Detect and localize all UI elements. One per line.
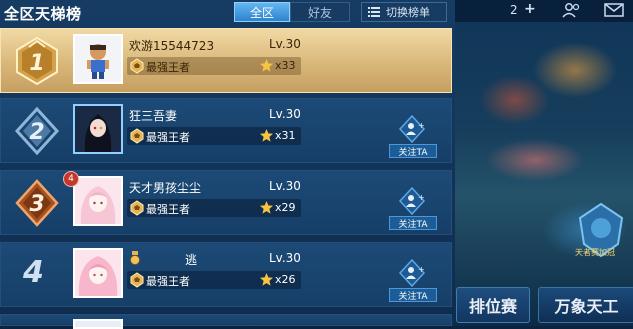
follow-button[interactable]: + 关注TA	[389, 115, 437, 159]
friend-count: 2	[510, 3, 518, 17]
anime-girl-avatar	[75, 250, 121, 296]
player-name: 天才男孩尘尘	[129, 181, 202, 195]
tier-label: 最强王者	[146, 275, 190, 288]
anime-character-avatar	[75, 106, 121, 152]
svg-text:2: 2	[29, 120, 44, 145]
ranked-mode-label: 排位赛	[468, 297, 517, 316]
leaderboard-row[interactable]: 4 逃 Lv.30 最强王者 x26 + 关注TA	[0, 242, 452, 307]
svg-text:1: 1	[29, 51, 44, 76]
rank-3-bronze-badge-icon: 3	[15, 179, 59, 227]
avatar[interactable]	[73, 104, 123, 154]
tab-all-region[interactable]: 全区	[234, 2, 290, 22]
player-level: Lv.30	[269, 251, 301, 265]
king-tier-icon	[130, 58, 144, 74]
svg-text:3: 3	[29, 192, 44, 217]
switch-leaderboard-label: 切换榜单	[386, 6, 430, 19]
list-icon	[368, 7, 380, 17]
leaderboard-row[interactable]: 3 4 天才男孩尘尘 Lv.30 最强王者 x29 + 关注TA	[0, 170, 452, 235]
leaderboard-row[interactable]: 2 狂三吾妻 Lv.30 最强王者 x31 + 关注TA	[0, 98, 452, 163]
star-icon	[260, 59, 273, 72]
rank-1-gold-badge-icon: 1	[16, 36, 58, 86]
star-count: x26	[275, 273, 296, 286]
follow-label: 关注TA	[389, 144, 437, 158]
king-tier-icon	[130, 272, 144, 288]
follow-user-icon: +	[398, 259, 426, 287]
follow-user-icon: +	[398, 115, 426, 143]
tier-bar: 最强王者 x29	[127, 199, 301, 217]
avatar[interactable]	[73, 319, 123, 329]
player-name: 逃	[185, 253, 198, 267]
event-label: 天者赛加冠	[575, 248, 615, 257]
switch-leaderboard-button[interactable]: 切换榜单	[361, 2, 447, 22]
star-icon	[260, 201, 273, 214]
tab-friends[interactable]: 好友	[290, 2, 350, 22]
tier-label: 最强王者	[146, 131, 190, 144]
king-tier-icon	[130, 200, 144, 216]
anime-girl-avatar	[75, 178, 121, 224]
medal-icon	[130, 251, 140, 265]
star-icon	[260, 273, 273, 286]
leaderboard-title: 全区天梯榜	[4, 5, 82, 23]
tier-label: 最强王者	[146, 61, 190, 74]
tier-label: 最强王者	[146, 203, 190, 216]
ranked-mode-button[interactable]: 排位赛	[456, 287, 530, 323]
tab-friends-label: 好友	[307, 5, 332, 20]
player-name: 狂三吾妻	[129, 109, 178, 123]
tier-bar: 最强王者 x26	[127, 271, 301, 289]
friends-icon[interactable]	[562, 2, 582, 18]
follow-label: 关注TA	[389, 216, 437, 230]
tier-bar: 最强王者 x33	[127, 57, 301, 75]
follow-label: 关注TA	[389, 288, 437, 302]
player-level: Lv.30	[269, 179, 301, 193]
add-icon[interactable]: +	[524, 1, 536, 17]
tab-all-region-label: 全区	[249, 5, 274, 20]
leaderboard-panel: 全区天梯榜 全区 好友 切换榜单 1 欢游15544723 Lv.30 最强王者…	[0, 0, 455, 329]
leaderboard-row-partial[interactable]	[0, 314, 452, 329]
pixel-character-avatar	[75, 36, 121, 82]
follow-button[interactable]: + 关注TA	[389, 187, 437, 231]
level-badge: 4	[63, 171, 79, 187]
tier-bar: 最强王者 x31	[127, 127, 301, 145]
follow-user-icon: +	[398, 187, 426, 215]
star-icon	[260, 129, 273, 142]
svg-text:+: +	[418, 265, 425, 274]
avatar[interactable]	[73, 248, 123, 298]
leaderboard-row[interactable]: 1 欢游15544723 Lv.30 最强王者 x33	[0, 28, 452, 93]
game-background	[455, 0, 633, 326]
avatar[interactable]	[73, 176, 123, 226]
star-count: x33	[275, 59, 296, 72]
king-tier-icon	[130, 128, 144, 144]
follow-button[interactable]: + 关注TA	[389, 259, 437, 303]
player-level: Lv.30	[269, 107, 301, 121]
star-count: x31	[275, 129, 296, 142]
star-count: x29	[275, 201, 296, 214]
wanxiang-mode-label: 万象天工	[554, 297, 619, 316]
svg-text:+: +	[418, 121, 425, 130]
player-name: 欢游15544723	[129, 39, 215, 53]
rank-2-silver-badge-icon: 2	[14, 106, 60, 156]
rank-number: 4	[23, 255, 44, 290]
svg-text:+: +	[418, 193, 425, 202]
mail-icon[interactable]	[603, 2, 625, 18]
leaderboard-header: 全区天梯榜 全区 好友 切换榜单	[0, 0, 455, 28]
avatar[interactable]	[73, 34, 123, 84]
player-level: Lv.30	[269, 37, 301, 51]
wanxiang-mode-button[interactable]: 万象天工	[538, 287, 633, 323]
